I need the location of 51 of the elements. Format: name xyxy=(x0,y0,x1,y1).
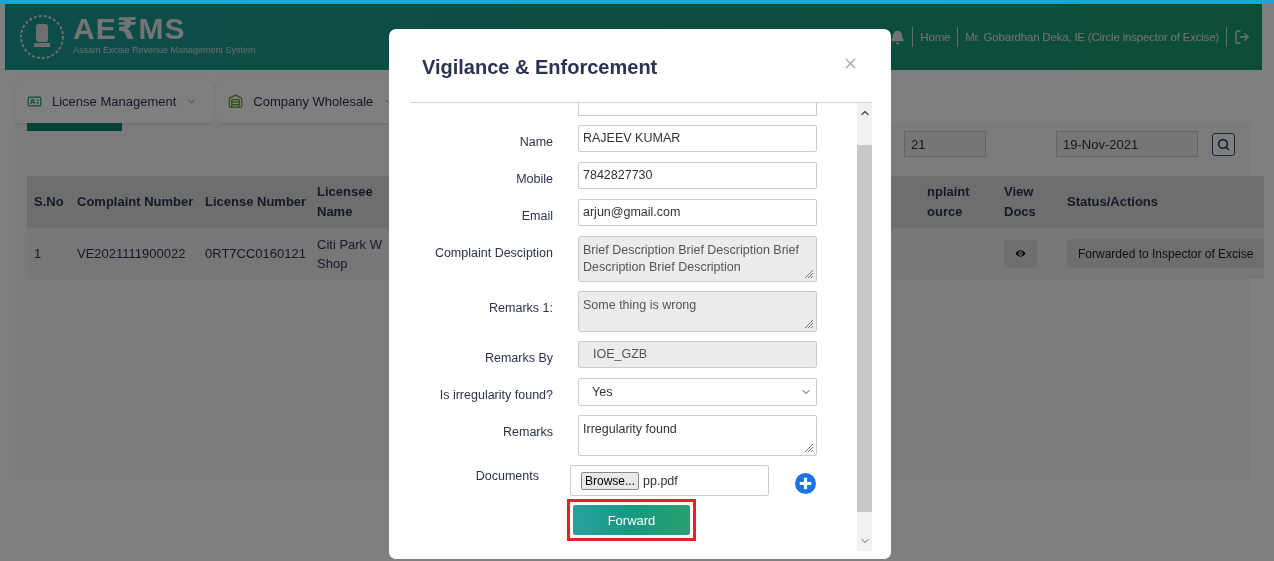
file-name: pp.pdf xyxy=(643,473,678,488)
column-header: License Number xyxy=(198,176,310,228)
forward-button[interactable]: Forward xyxy=(573,505,690,535)
field-label: Name xyxy=(518,134,553,151)
resize-grip-icon xyxy=(804,443,814,453)
browse-button[interactable]: Browse... xyxy=(581,471,639,490)
status-button[interactable]: Forwarded to Inspector of Excise xyxy=(1067,239,1265,268)
view-docs-button[interactable] xyxy=(1004,239,1037,268)
column-header: Status/Actions xyxy=(1060,176,1265,228)
text-field[interactable]: arjun@gmail.com xyxy=(578,199,817,226)
id-card-icon xyxy=(27,94,42,109)
column-header: S.No xyxy=(27,176,70,228)
table-cell: Citi Park W Shop xyxy=(310,228,389,279)
eye-icon xyxy=(1014,247,1027,260)
field-label: Documents xyxy=(474,468,539,483)
add-icon[interactable] xyxy=(795,473,816,494)
column-header: Complaint Number xyxy=(70,176,198,228)
warehouse-icon xyxy=(228,94,244,109)
column-header: nplaint ource xyxy=(920,176,997,228)
resize-grip-icon xyxy=(804,319,814,329)
file-field[interactable]: Browse... pp.pdf xyxy=(570,465,769,496)
field-label: Remarks By xyxy=(483,350,553,367)
modal-title: Vigilance & Enforcement xyxy=(422,56,658,79)
column-header: Licensee Name xyxy=(310,176,389,228)
emblem-icon xyxy=(19,14,65,60)
text-field[interactable]: RAJEEV KUMAR xyxy=(578,125,817,152)
search-button[interactable] xyxy=(1212,132,1235,156)
logout-icon[interactable] xyxy=(1234,29,1250,45)
text-area[interactable]: Irregularity found xyxy=(578,415,817,456)
column-header: View Docs xyxy=(997,176,1060,228)
text-field[interactable]: 7842827730 xyxy=(578,162,817,189)
text-field[interactable] xyxy=(578,103,817,116)
table-cell: 1 xyxy=(27,228,70,279)
logo-subtitle: Assam Excise Revenue Management System xyxy=(73,45,256,55)
nav-tab[interactable]: License Management xyxy=(15,80,214,123)
search-icon xyxy=(1217,137,1230,151)
field-label: Is irregularity found? xyxy=(438,387,553,404)
field-label: Mobile xyxy=(515,171,553,188)
bell-icon[interactable] xyxy=(890,29,906,45)
date-field[interactable]: 19-Nov-2021 xyxy=(1056,131,1198,157)
table-cell: VE2021111900022 xyxy=(70,228,198,279)
logo-text: AE₹MS xyxy=(73,13,187,45)
resize-grip-icon xyxy=(804,269,814,279)
dropdown[interactable]: Yes xyxy=(578,378,817,406)
date-field[interactable]: 21 xyxy=(904,131,986,157)
field-label: Complaint Desciption xyxy=(433,245,553,262)
field-label: Email xyxy=(520,208,553,225)
field-label: Remarks 1: xyxy=(488,300,553,317)
field-label: Remarks xyxy=(502,424,553,441)
scrollbar[interactable] xyxy=(857,103,872,551)
table-cell: 0RT7CC0160121 xyxy=(198,228,310,279)
